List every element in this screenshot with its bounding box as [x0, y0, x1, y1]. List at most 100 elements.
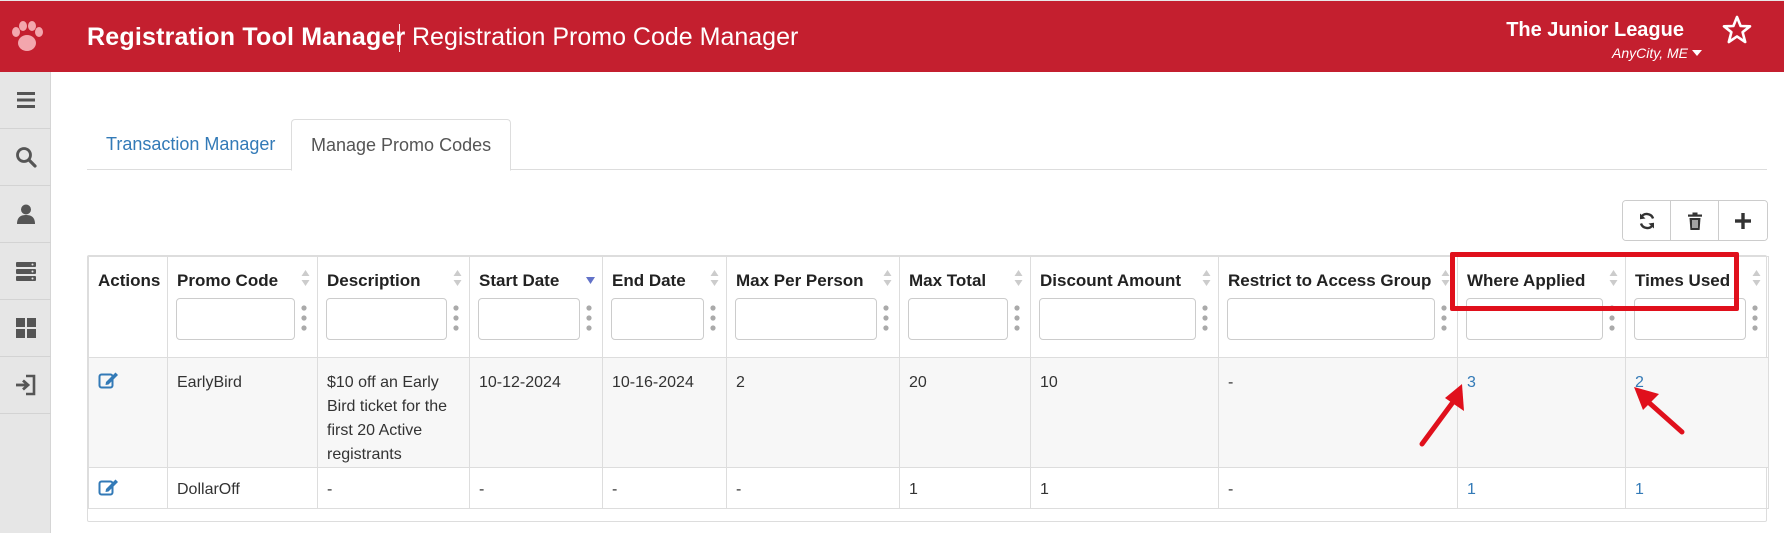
column-header-end-date[interactable]: End Date — [602, 256, 727, 358]
filter-input[interactable] — [1634, 298, 1746, 340]
cell-start-date: 10-12-2024 — [469, 357, 603, 468]
filter-input[interactable] — [611, 298, 704, 340]
column-label: Start Date — [479, 271, 560, 290]
sidebar-sign-in-button[interactable] — [0, 357, 51, 414]
cell-max-per-person: - — [726, 467, 900, 509]
cell-end-date: - — [602, 467, 727, 509]
times-used-link[interactable]: 1 — [1635, 481, 1644, 498]
column-header-max-per-person[interactable]: Max Per Person — [726, 256, 900, 358]
sidebar-server-button[interactable] — [0, 243, 51, 300]
delete-button[interactable] — [1671, 201, 1719, 240]
add-promo-code-button[interactable] — [1719, 201, 1767, 240]
promo-code-table-wrapper: Actions Promo Code Description Start Dat… — [87, 255, 1769, 522]
cell-description: $10 off an Early Bird ticket for the fir… — [317, 357, 470, 468]
more-options-icon[interactable] — [710, 305, 716, 331]
table-row: DollarOff - - - - 1 1 - 1 1 — [88, 467, 1769, 509]
column-label: Promo Code — [177, 271, 279, 290]
sidebar-user-button[interactable] — [0, 186, 51, 243]
column-label: Where Applied — [1467, 271, 1586, 290]
cell-max-total: 20 — [899, 357, 1031, 468]
trash-icon — [1687, 212, 1702, 230]
caret-down-icon — [1692, 50, 1702, 56]
paw-logo-icon[interactable] — [8, 19, 46, 55]
refresh-icon — [1639, 212, 1654, 229]
top-header-bar: Registration Tool Manager Registration P… — [0, 0, 1784, 72]
cell-start-date: - — [469, 467, 603, 509]
sort-icon[interactable] — [1202, 269, 1211, 287]
organization-name[interactable]: The Junior League — [1506, 19, 1684, 42]
tab-manage-promo-codes[interactable]: Manage Promo Codes — [291, 119, 512, 171]
cell-promo-code: EarlyBird — [167, 357, 318, 468]
column-header-max-total[interactable]: Max Total — [899, 256, 1031, 358]
filter-input[interactable] — [176, 298, 295, 340]
filter-input[interactable] — [1039, 298, 1196, 340]
more-options-icon[interactable] — [1014, 305, 1020, 331]
sort-icon[interactable] — [883, 269, 892, 287]
filter-input[interactable] — [326, 298, 447, 340]
column-header-actions: Actions — [88, 256, 168, 358]
sort-icon[interactable] — [1014, 269, 1023, 287]
filter-input[interactable] — [735, 298, 877, 340]
more-options-icon[interactable] — [883, 305, 889, 331]
star-icon[interactable] — [1722, 15, 1752, 45]
column-header-start-date[interactable]: Start Date — [469, 256, 603, 358]
sort-icon[interactable] — [710, 269, 719, 287]
where-applied-link[interactable]: 1 — [1467, 481, 1476, 498]
sidebar-menu-button[interactable] — [0, 72, 51, 129]
edit-icon[interactable] — [98, 371, 119, 389]
more-options-icon[interactable] — [586, 305, 592, 331]
where-applied-link[interactable]: 3 — [1467, 374, 1476, 391]
column-header-restrict-to-access-group[interactable]: Restrict to Access Group — [1218, 256, 1458, 358]
cell-restrict-group: - — [1218, 467, 1458, 509]
column-header-times-used[interactable]: Times Used — [1625, 256, 1769, 358]
filter-row — [908, 298, 1020, 340]
filter-input[interactable] — [478, 298, 580, 340]
sort-icon[interactable] — [301, 269, 310, 287]
filter-input[interactable] — [1466, 298, 1603, 340]
filter-input[interactable] — [1227, 298, 1435, 340]
sort-icon[interactable] — [1752, 269, 1761, 287]
filter-input[interactable] — [908, 298, 1008, 340]
app-title[interactable]: Registration Tool Manager — [87, 23, 405, 52]
promo-code-table: Actions Promo Code Description Start Dat… — [88, 256, 1769, 509]
tab-transaction-manager[interactable]: Transaction Manager — [87, 119, 294, 170]
edit-icon[interactable] — [98, 478, 119, 496]
cell-where-applied: 1 — [1457, 467, 1626, 509]
sort-descending-icon[interactable] — [586, 269, 595, 287]
column-header-description[interactable]: Description — [317, 256, 470, 358]
cell-restrict-group: - — [1218, 357, 1458, 468]
column-header-where-applied[interactable]: Where Applied — [1457, 256, 1626, 358]
sort-icon[interactable] — [1441, 269, 1450, 287]
column-header-discount-amount[interactable]: Discount Amount — [1030, 256, 1219, 358]
more-options-icon[interactable] — [1609, 305, 1615, 331]
filter-row — [611, 298, 716, 340]
page-title: Registration Promo Code Manager — [412, 23, 799, 51]
column-label: Restrict to Access Group — [1228, 271, 1432, 290]
times-used-link[interactable]: 2 — [1635, 374, 1644, 391]
cell-description: - — [317, 467, 470, 509]
table-toolbar — [1622, 200, 1768, 241]
sort-icon[interactable] — [1609, 269, 1618, 287]
filter-row — [1227, 298, 1447, 340]
column-header-promo-code[interactable]: Promo Code — [167, 256, 318, 358]
refresh-button[interactable] — [1623, 201, 1671, 240]
more-options-icon[interactable] — [453, 305, 459, 331]
plus-icon — [1735, 212, 1751, 229]
cell-actions — [88, 357, 168, 468]
organization-location-dropdown[interactable]: AnyCity, ME — [1612, 45, 1702, 61]
sidebar-dashboard-button[interactable] — [0, 300, 51, 357]
column-label: Discount Amount — [1040, 271, 1182, 290]
table-header-row: Actions Promo Code Description Start Dat… — [88, 256, 1769, 358]
filter-row — [326, 298, 459, 340]
sidebar-search-button[interactable] — [0, 129, 51, 186]
sign-in-icon — [15, 374, 35, 396]
cell-where-applied: 3 — [1457, 357, 1626, 468]
user-icon — [16, 204, 35, 224]
search-icon — [15, 147, 37, 168]
column-label: Description — [327, 271, 421, 290]
sort-icon[interactable] — [453, 269, 462, 287]
more-options-icon[interactable] — [1752, 305, 1758, 331]
more-options-icon[interactable] — [301, 305, 307, 331]
more-options-icon[interactable] — [1202, 305, 1208, 331]
more-options-icon[interactable] — [1441, 305, 1447, 331]
